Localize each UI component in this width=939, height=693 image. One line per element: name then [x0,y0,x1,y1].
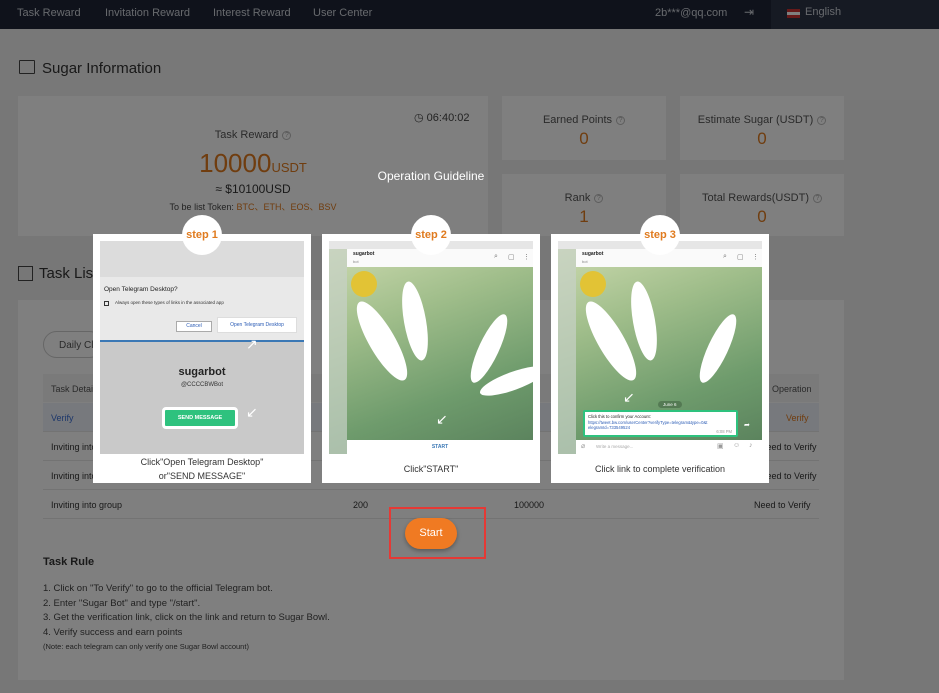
step-2-caption: Click"START" [403,464,459,474]
guide-title: Operation Guideline [377,169,485,183]
checkbox-icon [104,301,109,306]
step-1-screenshot: Open Telegram Desktop? Always open these… [100,241,304,454]
chat-sub: bot [582,259,588,264]
bot-name: sugarbot [178,366,226,378]
arrow-icon: ↙ [623,389,635,405]
telegram-sidebar [558,249,576,454]
open-telegram-button[interactable]: Open Telegram Desktop [217,317,297,333]
search-icon[interactable]: ⌕ [494,253,498,261]
step-badge: step 2 [411,215,451,255]
step-3-screenshot: Telegram (982) sugarbot bot ⌕ ▢ ⋮ ↙ June… [558,241,762,454]
date-chip: June 6 [658,401,682,408]
panel-icon[interactable]: ▢ [737,253,744,261]
sticker-icon[interactable]: ▣ [717,442,724,450]
telegram-sidebar [329,249,347,454]
open-telegram-dialog: Open Telegram Desktop? Always open these… [100,277,304,341]
start-bar[interactable]: START [347,440,533,454]
flower-center [351,271,377,297]
step-1-card: Open Telegram Desktop? Always open these… [93,215,311,483]
share-icon[interactable]: ➦ [744,421,750,429]
panel-icon[interactable]: ▢ [508,253,515,261]
arrow-icon: ↙ [246,404,258,420]
verification-link[interactable]: https://tweet.bw.com/userCenter?verifyTy… [588,420,708,431]
start-button[interactable]: Start [405,518,457,549]
attach-icon[interactable]: ⌀ [581,442,585,450]
emoji-icon[interactable]: ☺ [733,442,740,449]
arrow-icon: ↙ [436,411,448,427]
mic-icon[interactable]: ♪ [749,442,753,449]
message-input-bar[interactable]: ⌀ Write a message... ▣ ☺ ♪ [576,440,762,454]
message-time: 6:08 PM [716,428,732,434]
step-badge: step 1 [182,215,222,255]
bot-handle: @CCCCBWBot [180,382,224,388]
flower-center [580,271,606,297]
step-3-caption: Click link to complete verification [594,464,726,474]
arrow-icon: ↗ [246,336,258,352]
step-1-caption: Click"Open Telegram Desktop" or"SEND MES… [140,457,264,481]
verification-message: Click this to confirm your Account: http… [583,410,738,437]
step-2-card: Telegram (982) sugarbot bot ⌕ ▢ ⋮ ↙ STAR… [322,215,540,483]
dialog-title: Open Telegram Desktop? [104,286,178,293]
step-2-screenshot: Telegram (982) sugarbot bot ⌕ ▢ ⋮ ↙ STAR… [329,241,533,454]
chat-sub: bot [353,259,359,264]
step-3-card: Telegram (982) sugarbot bot ⌕ ▢ ⋮ ↙ June… [551,215,769,483]
step-badge: step 3 [640,215,680,255]
chat-name: sugarbot [353,251,375,257]
more-icon[interactable]: ⋮ [523,253,530,261]
search-icon[interactable]: ⌕ [723,253,727,261]
more-icon[interactable]: ⋮ [752,253,759,261]
cancel-button[interactable]: Cancel [176,321,212,332]
send-message-button[interactable]: SEND MESSAGE [162,407,238,429]
chat-name: sugarbot [582,251,604,257]
message-input[interactable]: Write a message... [596,444,633,449]
checkbox-text: Always open these types of links in the … [115,300,224,305]
